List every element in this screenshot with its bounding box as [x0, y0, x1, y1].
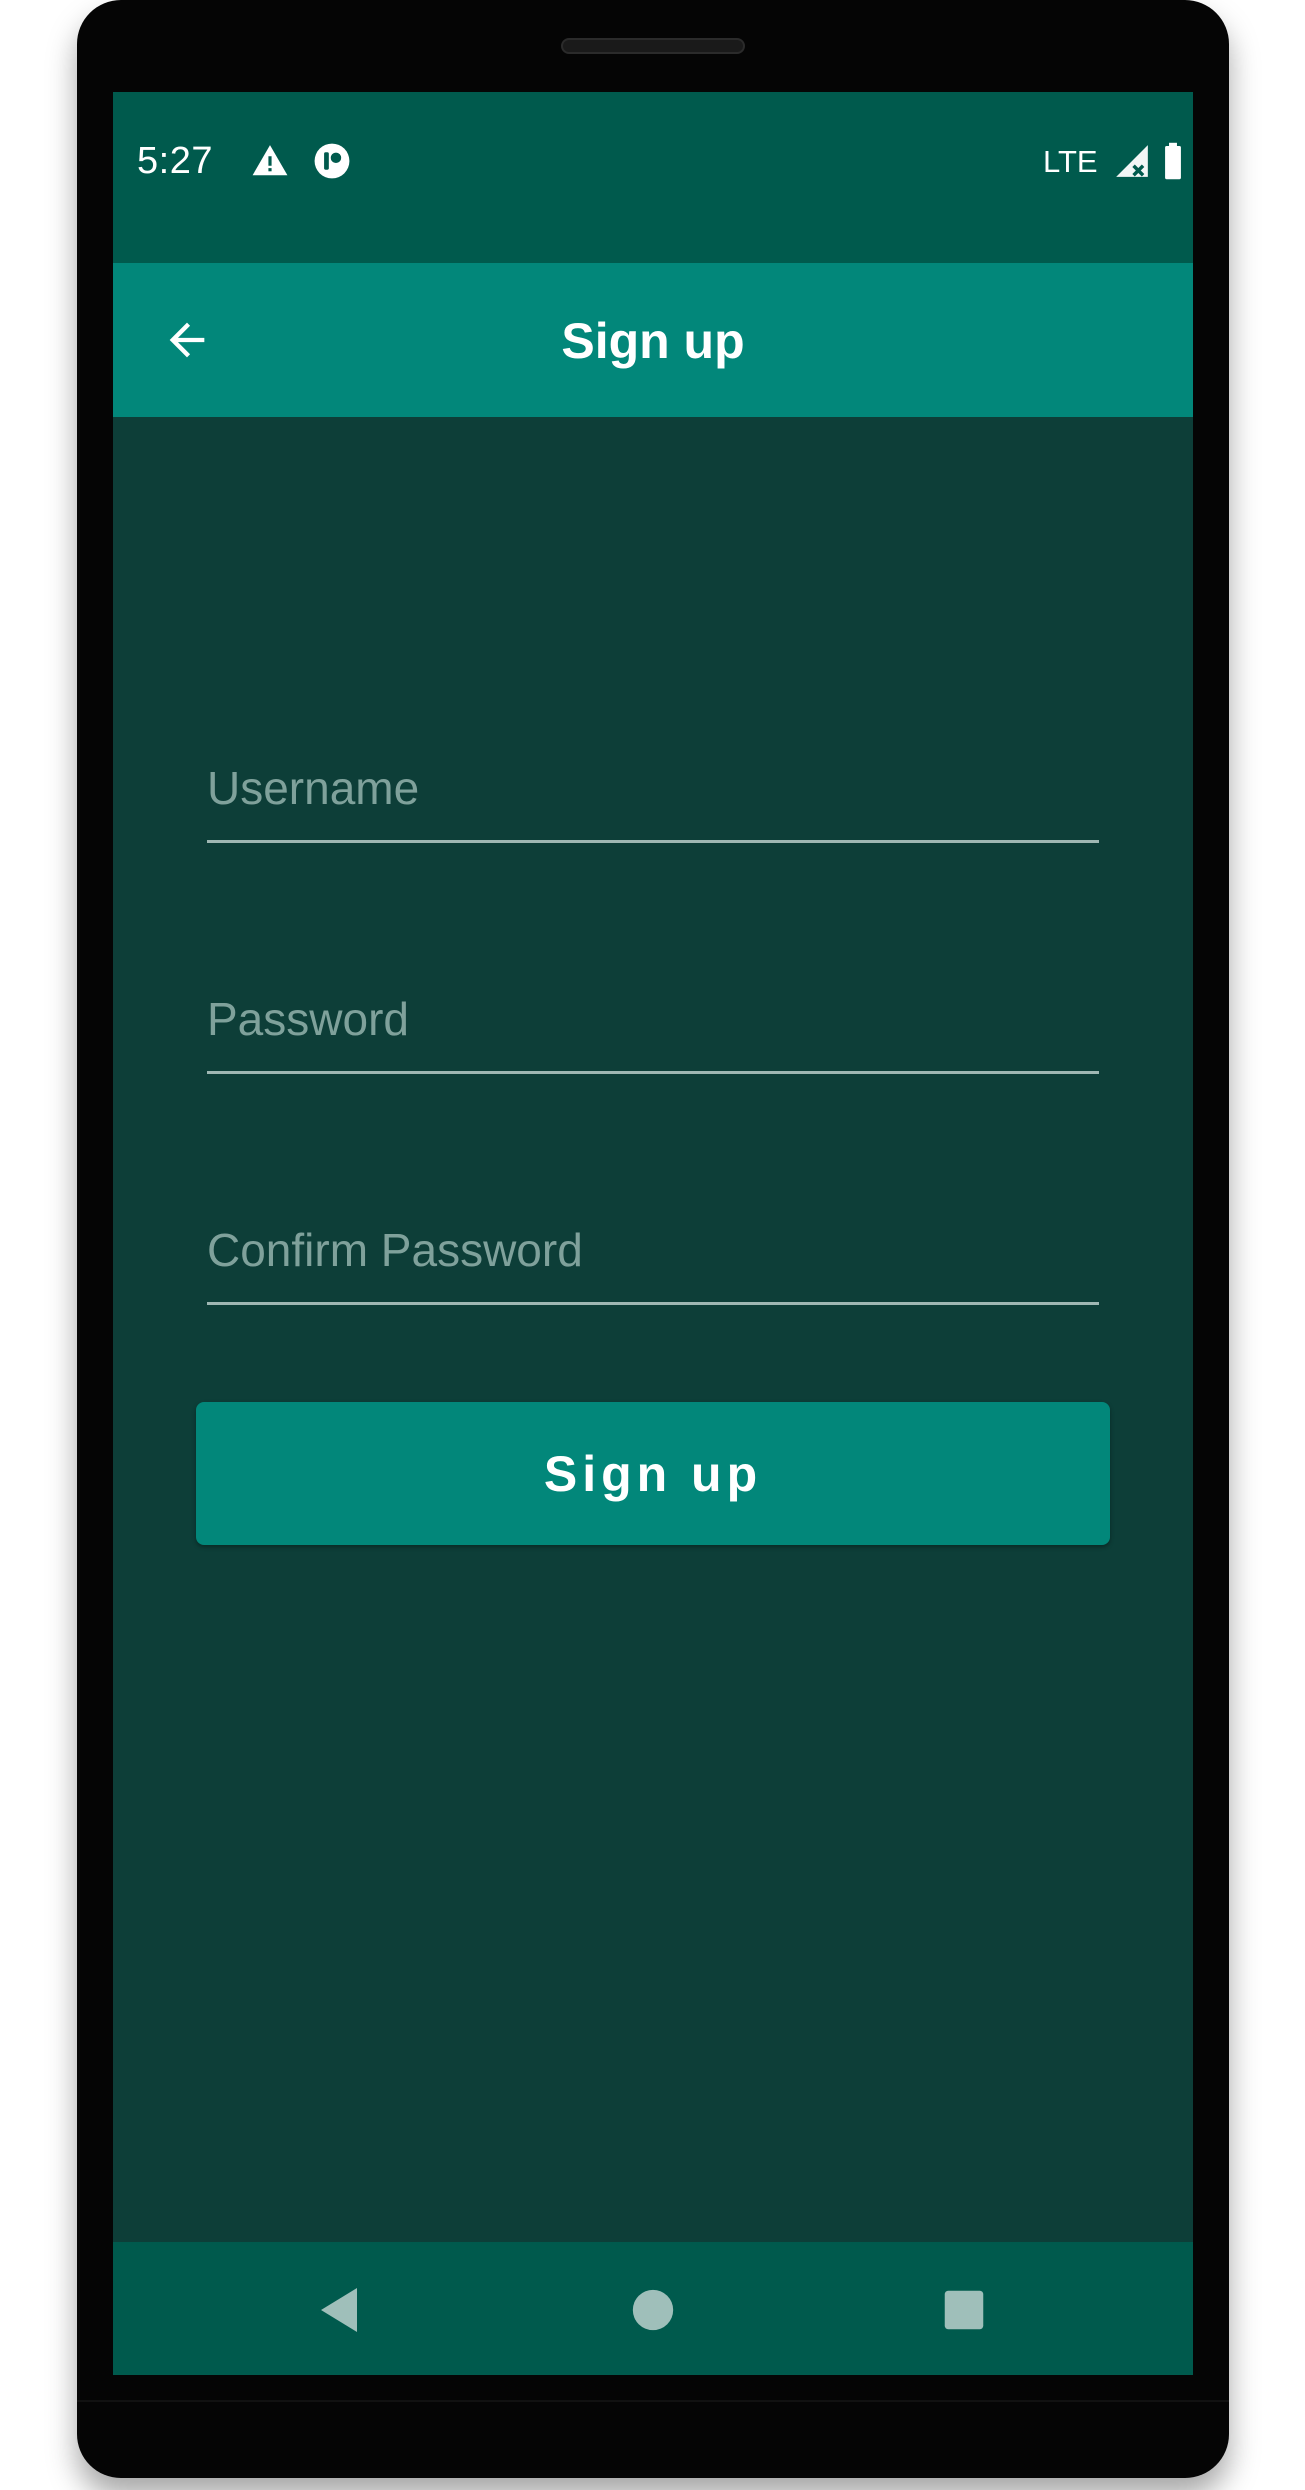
status-bar: 5:27 LTE [113, 92, 1193, 263]
navigation-bar [113, 2242, 1193, 2375]
signup-button[interactable]: Sign up [196, 1402, 1110, 1545]
password-field [207, 959, 1099, 1074]
network-type-label: LTE [1043, 144, 1098, 179]
page-title: Sign up [561, 313, 745, 369]
phone-screen: 5:27 LTE Sign up Username Sign up [113, 92, 1193, 2375]
app-bar: Sign up [113, 263, 1193, 417]
confirm-password-field [207, 1190, 1099, 1305]
username-field [207, 728, 1099, 843]
password-underline [207, 1071, 1099, 1074]
username-underline [207, 840, 1099, 843]
signal-icon [1116, 145, 1148, 177]
nav-recents-button[interactable] [936, 2282, 992, 2338]
speaker-grille [561, 38, 745, 54]
username-input[interactable] [207, 728, 1099, 828]
device-chin [77, 2400, 1229, 2402]
home-circle-icon [632, 2289, 674, 2331]
recents-square-icon [944, 2290, 984, 2330]
notification-app-icon [314, 143, 350, 179]
nav-back-button[interactable] [311, 2282, 367, 2338]
nav-home-button[interactable] [625, 2282, 681, 2338]
warning-icon [252, 145, 288, 176]
back-triangle-icon [321, 2288, 357, 2332]
status-time: 5:27 [137, 140, 213, 182]
confirm-password-underline [207, 1302, 1099, 1305]
password-input[interactable] [207, 959, 1099, 1059]
confirm-password-input[interactable] [207, 1190, 1099, 1290]
battery-icon [1165, 142, 1181, 180]
